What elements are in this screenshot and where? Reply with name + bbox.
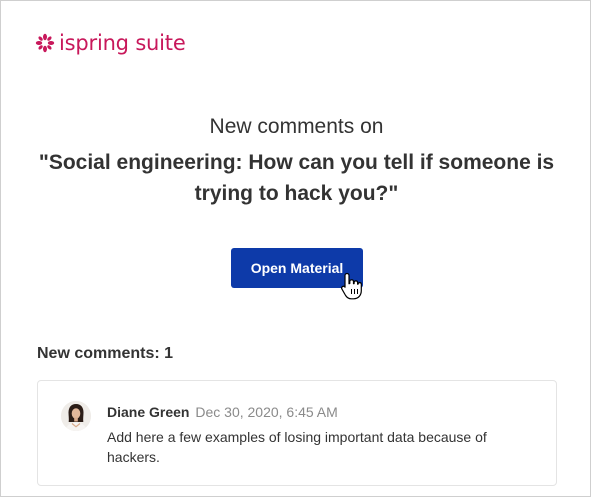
comment-card: Diane Green Dec 30, 2020, 6:45 AM Add he…	[37, 380, 557, 486]
new-comments-count: New comments: 1	[37, 345, 174, 362]
ispring-suite-logo: ispring suite	[35, 31, 186, 55]
avatar-portrait	[61, 401, 91, 431]
email-subtitle: New comments on	[209, 115, 384, 138]
comment-header: Diane Green Dec 30, 2020, 6:45 AM	[107, 404, 338, 420]
comment-text: Add here a few examples of losing import…	[107, 429, 487, 465]
logo-text: ispring suite	[59, 31, 186, 55]
avatar	[61, 401, 91, 431]
comment-date: Dec 30, 2020, 6:45 AM	[195, 404, 338, 420]
material-title: "Social engineering: How can you tell if…	[38, 151, 555, 205]
hand-pointer-icon	[341, 272, 362, 300]
email-frame: ispring suite New comments on "Social en…	[0, 0, 591, 497]
ispring-flower-icon	[35, 33, 55, 53]
comment-author: Diane Green	[107, 404, 190, 420]
